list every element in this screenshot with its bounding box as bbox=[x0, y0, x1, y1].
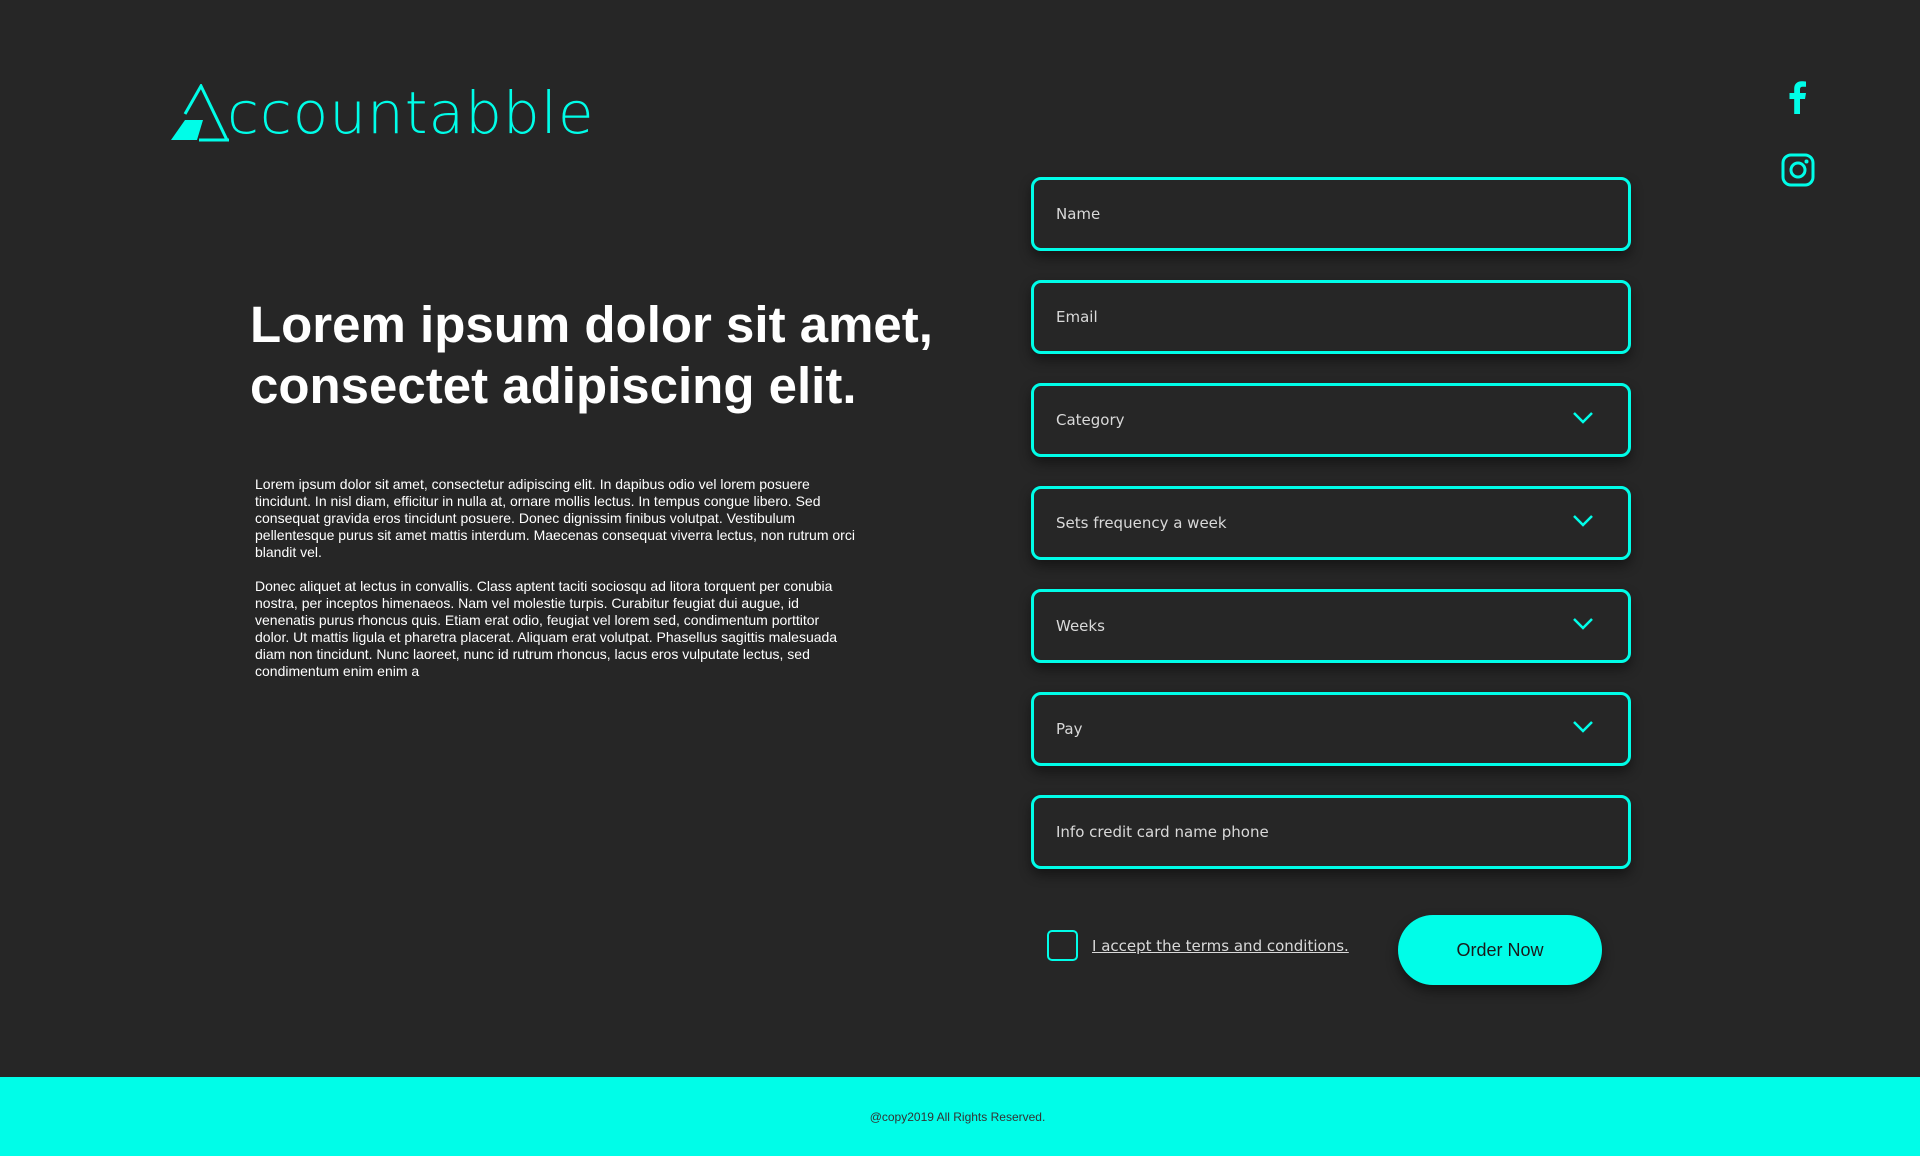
terms-row: I accept the terms and conditions. bbox=[1047, 930, 1349, 961]
order-now-button[interactable]: Order Now bbox=[1398, 915, 1602, 985]
hero-headline-line2: consectet adipiscing elit. bbox=[250, 357, 857, 414]
weeks-select[interactable]: Weeks bbox=[1031, 589, 1631, 663]
frequency-placeholder: Sets frequency a week bbox=[1056, 514, 1227, 532]
brand-logo[interactable]: ccountabble bbox=[171, 80, 595, 142]
hero-headline-line1: Lorem ipsum dolor sit amet, bbox=[250, 296, 933, 353]
facebook-icon[interactable] bbox=[1780, 80, 1816, 116]
email-field[interactable]: Email bbox=[1031, 280, 1631, 354]
hero-paragraph-1: Lorem ipsum dolor sit amet, consectetur … bbox=[255, 476, 855, 560]
info-placeholder: Info credit card name phone bbox=[1056, 823, 1269, 841]
category-select[interactable]: Category bbox=[1031, 383, 1631, 457]
info-field[interactable]: Info credit card name phone bbox=[1031, 795, 1631, 869]
frequency-select[interactable]: Sets frequency a week bbox=[1031, 486, 1631, 560]
pay-select[interactable]: Pay bbox=[1031, 692, 1631, 766]
hero-headline: Lorem ipsum dolor sit amet, consectet ad… bbox=[250, 294, 970, 416]
email-placeholder: Email bbox=[1056, 308, 1098, 326]
footer: @copy2019 All Rights Reserved. bbox=[0, 1077, 1920, 1156]
name-field[interactable]: Name bbox=[1031, 177, 1631, 251]
terms-link[interactable]: I accept the terms and conditions. bbox=[1092, 937, 1349, 955]
chevron-down-icon bbox=[1573, 515, 1593, 527]
weeks-placeholder: Weeks bbox=[1056, 617, 1105, 635]
a-triangle-logo bbox=[171, 84, 229, 142]
copyright-text: @copy2019 All Rights Reserved. bbox=[869, 1109, 1046, 1124]
name-placeholder: Name bbox=[1056, 205, 1101, 223]
instagram-icon[interactable] bbox=[1780, 152, 1816, 188]
category-placeholder: Category bbox=[1056, 411, 1125, 429]
hero-description: Lorem ipsum dolor sit amet, consectetur … bbox=[255, 476, 855, 697]
chevron-down-icon bbox=[1573, 412, 1593, 424]
brand-logo-text: ccountabble bbox=[227, 79, 595, 147]
terms-checkbox[interactable] bbox=[1047, 930, 1078, 961]
chevron-down-icon bbox=[1573, 721, 1593, 733]
hero-paragraph-2: Donec aliquet at lectus in convallis. Cl… bbox=[255, 578, 838, 679]
chevron-down-icon bbox=[1573, 618, 1593, 630]
social-links bbox=[1780, 80, 1816, 188]
pay-placeholder: Pay bbox=[1056, 720, 1083, 738]
